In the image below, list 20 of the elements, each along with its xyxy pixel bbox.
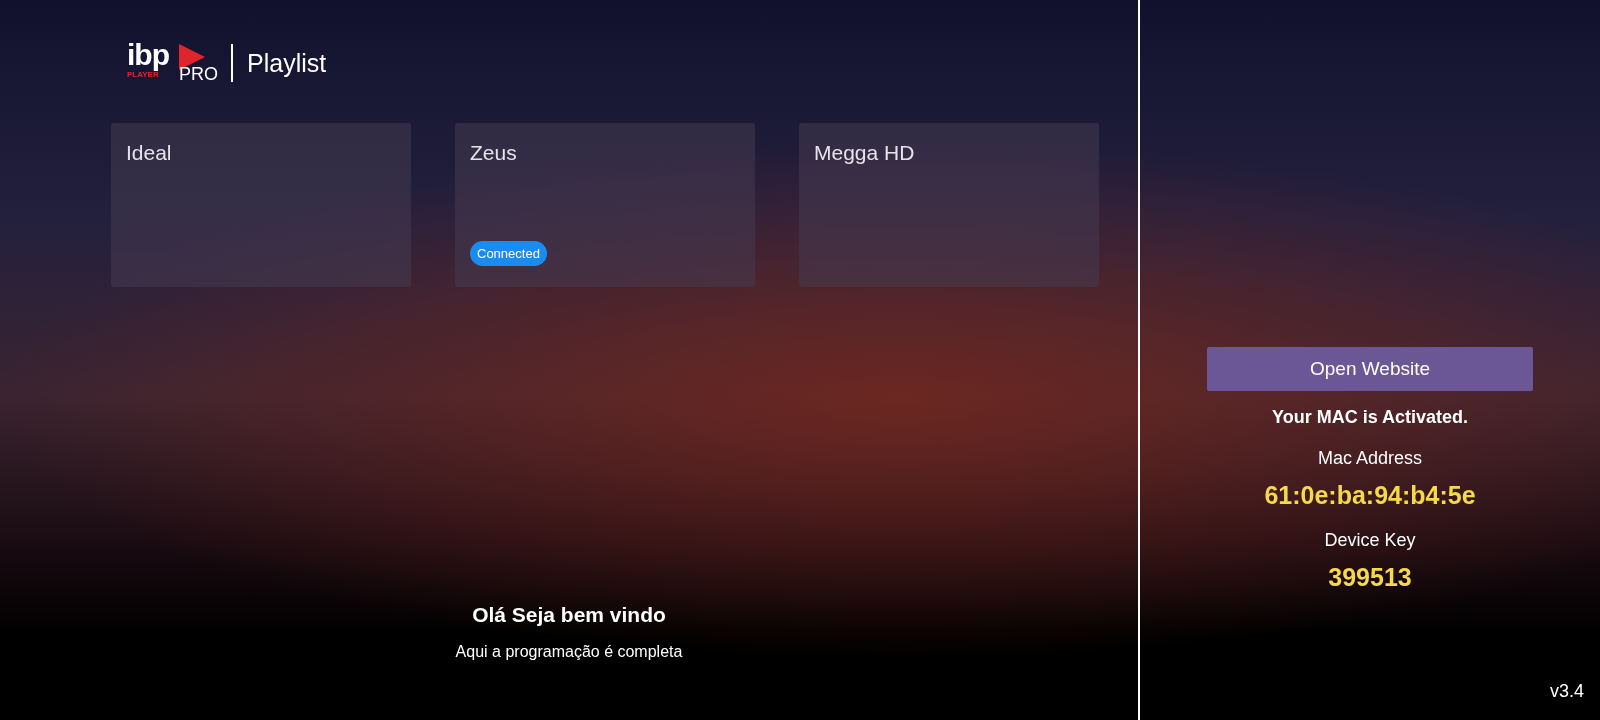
playlist-card[interactable]: Megga HD [799, 123, 1099, 287]
playlist-name: Zeus [470, 141, 517, 164]
playlist-name: Ideal [126, 141, 172, 164]
open-website-button[interactable]: Open Website [1207, 347, 1533, 391]
device-key: 399513 [1328, 563, 1412, 592]
mac-label: Mac Address [1317, 448, 1422, 469]
version-label: v3.4 [1549, 681, 1584, 702]
welcome-title: Olá Seja bem vindo [472, 603, 666, 627]
logo-suffix: PRO [179, 64, 218, 85]
page-title: Playlist [247, 48, 327, 78]
mac-address: 61:0e:ba:94:b4:5e [1264, 481, 1476, 510]
connected-badge: Connected [470, 241, 547, 266]
playlist-card[interactable]: Ideal [111, 123, 411, 287]
playlist-name: Megga HD [814, 141, 915, 164]
activation-status: Your MAC is Activated. [1272, 407, 1468, 428]
logo-text: ibp [127, 38, 169, 72]
playlist-card[interactable]: Zeus Connected [455, 123, 755, 287]
welcome-subtitle: Aqui a programação é completa [455, 643, 683, 661]
device-key-label: Device Key [1324, 530, 1416, 551]
logo-subtext: PLAYER [127, 70, 159, 79]
